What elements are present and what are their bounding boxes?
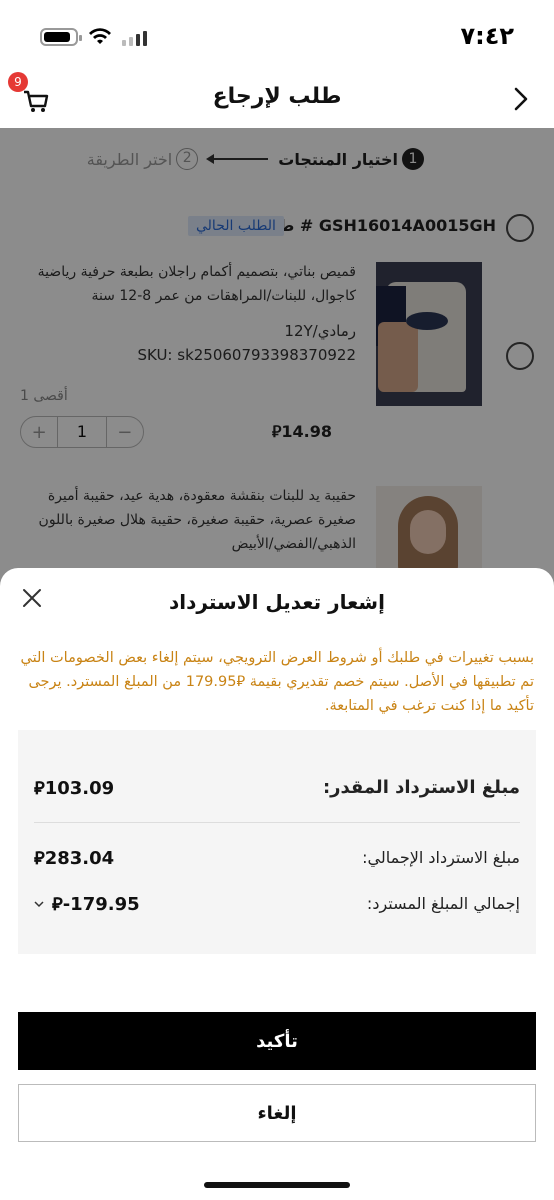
modal-title: إشعار تعديل الاسترداد: [169, 590, 385, 614]
currency-symbol: ⃁: [52, 894, 63, 915]
chevron-down-icon[interactable]: [34, 899, 44, 909]
currency-symbol: ⃁: [34, 848, 45, 869]
battery-icon: [40, 28, 82, 46]
total-refund-row: ⃁283.04 مبلغ الاسترداد الإجمالي:: [34, 846, 520, 869]
status-bar: ٧:٤٢: [0, 0, 554, 72]
total-refund-amount: ⃁283.04: [34, 848, 115, 869]
deduction-amount[interactable]: ⃁-179.95: [34, 892, 140, 915]
divider: [34, 822, 520, 823]
confirm-button[interactable]: تأكيد: [18, 1012, 536, 1070]
home-indicator: [204, 1182, 350, 1188]
estimated-refund-row: ⃁103.09 مبلغ الاسترداد المقدر:: [34, 776, 520, 799]
refund-adjustment-modal: إشعار تعديل الاسترداد بسبب تغييرات في طل…: [0, 568, 554, 1200]
currency-symbol: ⃁: [34, 778, 45, 799]
cancel-button[interactable]: إلغاء: [18, 1084, 536, 1142]
estimated-refund-label: مبلغ الاسترداد المقدر:: [322, 777, 520, 798]
currency-symbol: ⃁: [236, 674, 246, 690]
deduction-row[interactable]: ⃁-179.95 إجمالي المبلغ المسترد:: [34, 892, 520, 915]
back-chevron-icon[interactable]: [510, 86, 532, 112]
notice-text: بسبب تغييرات في طلبك أو شروط العرض الترو…: [20, 650, 535, 714]
total-refund-label: مبلغ الاسترداد الإجمالي:: [362, 848, 520, 867]
deduction-label: إجمالي المبلغ المسترد:: [366, 894, 520, 913]
wifi-icon: [89, 28, 111, 44]
status-time: ٧:٤٢: [460, 22, 514, 50]
refund-summary: ⃁103.09 مبلغ الاسترداد المقدر: ⃁283.04 م…: [18, 730, 536, 954]
screen: ٧:٤٢ 9 طلب لإرجاع 1 اختيار المنتجات 2 اخ…: [0, 0, 554, 1200]
signal-icon: [122, 30, 147, 46]
page-title: طلب لإرجاع: [212, 84, 342, 109]
estimated-refund-amount: ⃁103.09: [34, 778, 115, 799]
header: 9 طلب لإرجاع: [0, 72, 554, 128]
